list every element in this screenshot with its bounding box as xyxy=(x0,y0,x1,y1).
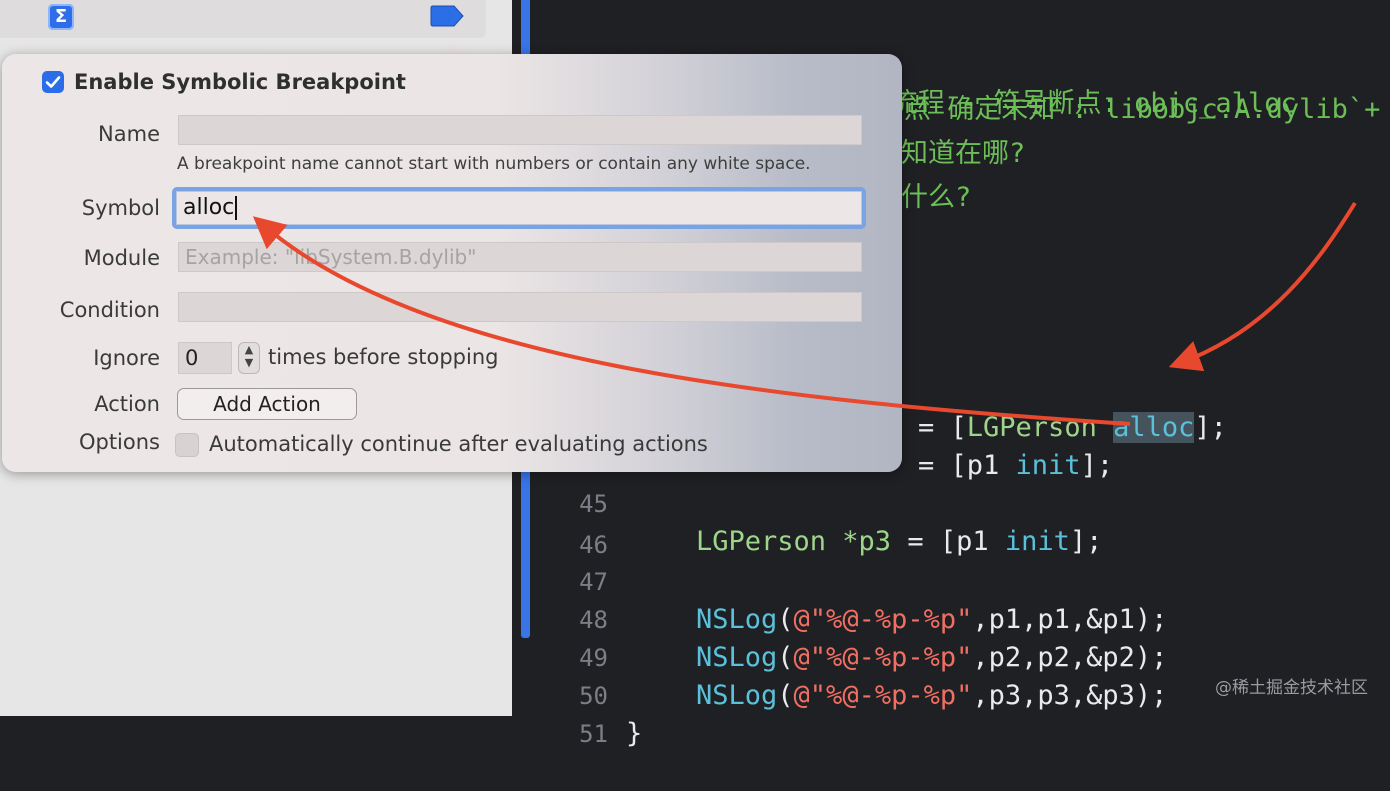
auto-continue-label: Automatically continue after evaluating … xyxy=(209,432,708,456)
code-line: 50 } xyxy=(512,639,1390,749)
name-help-text: A breakpoint name cannot start with numb… xyxy=(177,154,811,174)
condition-label: Condition xyxy=(59,298,160,322)
code-line: 48 NSLog(@"%@-%p-%p",p2,p2,&p2); xyxy=(512,563,1390,673)
enable-breakpoint-checkbox[interactable] xyxy=(42,71,64,93)
chevron-down-icon[interactable]: ▼ xyxy=(245,356,253,369)
symbol-value: alloc xyxy=(183,195,238,220)
symbol-field-focus-ring: alloc xyxy=(172,187,866,229)
action-label: Action xyxy=(94,392,160,416)
checkmark-icon xyxy=(45,76,61,88)
ignore-count-field[interactable]: 0 xyxy=(178,342,232,374)
module-field[interactable]: Example: "libSystem.B.dylib" xyxy=(178,242,862,272)
breakpoint-flag-icon[interactable] xyxy=(430,5,464,27)
symbolic-breakpoint-icon: Σ xyxy=(48,4,74,30)
auto-continue-checkbox[interactable] xyxy=(175,433,199,457)
options-label: Options xyxy=(78,430,160,454)
line-number: 51 xyxy=(579,720,608,748)
code-line: 49 NSLog(@"%@-%p-%p",p3,p3,&p3); xyxy=(512,601,1390,711)
chevron-up-icon[interactable]: ▲ xyxy=(245,343,253,356)
closing-brace: } xyxy=(626,718,643,749)
breakpoint-row[interactable]: Σ xyxy=(0,0,486,38)
popover-title: Enable Symbolic Breakpoint xyxy=(74,70,406,94)
watermark: @稀土掘金技术社区 xyxy=(1215,678,1368,698)
symbol-field[interactable]: alloc xyxy=(176,191,862,225)
ignore-stepper[interactable]: ▲ ▼ xyxy=(238,342,260,374)
symbolic-breakpoint-popover: Enable Symbolic Breakpoint Name A breakp… xyxy=(2,54,902,472)
add-action-button[interactable]: Add Action xyxy=(177,388,357,420)
condition-field[interactable] xyxy=(178,292,862,322)
text-caret xyxy=(235,196,238,220)
ignore-label: Ignore xyxy=(93,346,160,370)
code-line: 46 xyxy=(512,488,1390,559)
name-field[interactable] xyxy=(178,115,862,145)
code-line: 47 NSLog(@"%@-%p-%p",p1,p1,&p1); xyxy=(512,525,1390,635)
code-line: 34 // 2: 汇编 跟流程 - 符号断点: objc_alloc xyxy=(512,9,1390,119)
module-label: Module xyxy=(83,246,160,270)
symbol-label: Symbol xyxy=(81,196,160,220)
ignore-count-value: 0 xyxy=(185,346,199,370)
ignore-suffix-text: times before stopping xyxy=(268,345,499,369)
name-label: Name xyxy=(98,122,160,146)
symbol-text: alloc xyxy=(183,195,235,220)
module-placeholder: Example: "libSystem.B.dylib" xyxy=(185,245,477,269)
